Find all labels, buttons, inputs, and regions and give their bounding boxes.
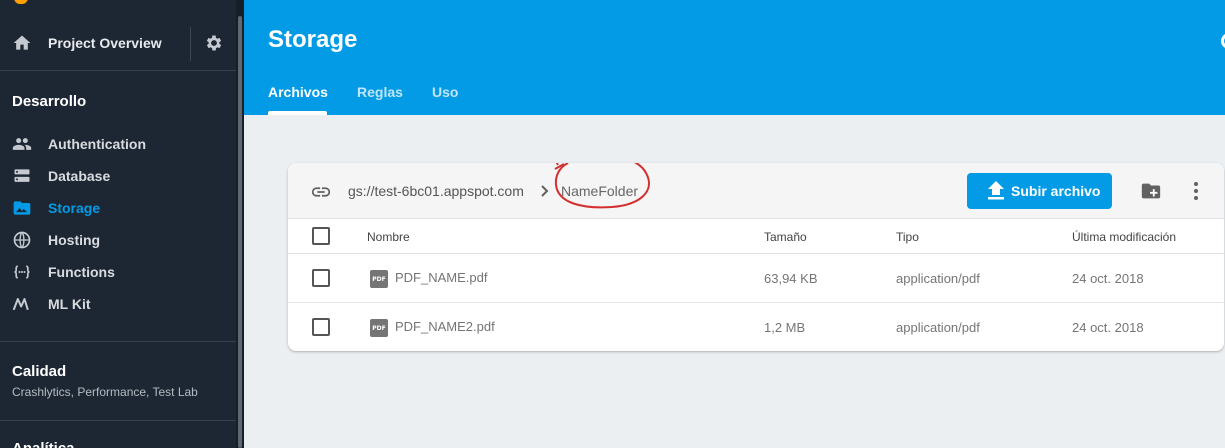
column-header-size[interactable]: Tamaño	[764, 230, 807, 244]
sidebar-item-label: Database	[48, 168, 111, 184]
table-header: Nombre Tamaño Tipo Última modificación	[288, 219, 1224, 254]
tab-archivos[interactable]: Archivos	[268, 84, 328, 100]
upload-file-label: Subir archivo	[1011, 183, 1101, 199]
table-row[interactable]: PDF PDF_NAME.pdf 63,94 KB application/pd…	[288, 254, 1224, 303]
sidebar-item-functions[interactable]: Functions	[0, 256, 236, 288]
file-size: 63,94 KB	[764, 271, 818, 286]
sidebar-item-ml-kit[interactable]: ML Kit	[0, 288, 236, 320]
sidebar-item-label: Storage	[48, 200, 101, 216]
home-icon	[13, 35, 31, 50]
file-size: 1,2 MB	[764, 320, 806, 335]
bucket-path[interactable]: gs://test-6bc01.appspot.com	[348, 183, 524, 199]
section-title-desarrollo: Desarrollo	[12, 93, 87, 110]
sidebar-divider	[0, 70, 236, 71]
pdf-file-icon: PDF	[370, 270, 388, 288]
file-type: application/pdf	[896, 271, 980, 286]
pdf-file-icon: PDF	[370, 319, 388, 337]
file-type: application/pdf	[896, 320, 980, 335]
firebase-logo-icon	[14, 0, 28, 4]
create-folder-icon[interactable]	[1140, 180, 1162, 202]
storage-header: Storage Archivos Reglas Uso	[244, 0, 1225, 115]
functions-icon	[14, 265, 30, 279]
link-icon[interactable]	[310, 181, 332, 203]
sidebar-item-label: Authentication	[48, 136, 146, 152]
project-overview-row[interactable]: Project Overview	[0, 24, 236, 62]
select-all-checkbox[interactable]	[312, 227, 330, 245]
sidebar: Project Overview Desarrollo Authenticati…	[0, 0, 244, 448]
files-card: gs://test-6bc01.appspot.com NameFolder S…	[288, 163, 1224, 351]
section-title-analitica[interactable]: Analítica	[12, 440, 75, 448]
column-header-name[interactable]: Nombre	[367, 230, 410, 244]
column-header-type[interactable]: Tipo	[896, 230, 919, 244]
sidebar-divider	[0, 341, 236, 342]
sidebar-scrollbar[interactable]	[238, 16, 242, 448]
sidebar-item-label: ML Kit	[48, 296, 91, 312]
file-name[interactable]: PDF_NAME2.pdf	[395, 319, 495, 334]
globe-icon	[13, 231, 31, 249]
file-modified: 24 oct. 2018	[1072, 320, 1144, 335]
tab-uso[interactable]: Uso	[432, 84, 458, 100]
sidebar-item-database[interactable]: Database	[0, 160, 236, 192]
sidebar-item-storage[interactable]: Storage	[0, 192, 236, 224]
file-modified: 24 oct. 2018	[1072, 271, 1144, 286]
row-checkbox[interactable]	[312, 269, 330, 287]
project-overview-separator	[190, 27, 191, 61]
upload-file-button[interactable]: Subir archivo	[967, 173, 1112, 209]
column-header-modified[interactable]: Última modificación	[1072, 230, 1176, 244]
files-toolbar: gs://test-6bc01.appspot.com NameFolder S…	[288, 163, 1224, 219]
project-overview-label: Project Overview	[48, 35, 162, 51]
upload-icon	[988, 181, 1004, 200]
chevron-right-icon	[541, 185, 549, 197]
tab-reglas[interactable]: Reglas	[357, 84, 403, 100]
file-name[interactable]: PDF_NAME.pdf	[395, 270, 487, 285]
sidebar-item-label: Hosting	[48, 232, 101, 248]
storage-folder-icon	[13, 201, 31, 215]
database-icon	[14, 169, 30, 182]
page-title: Storage	[268, 26, 358, 53]
red-circle-annotation	[554, 163, 650, 209]
sidebar-item-label: Functions	[48, 264, 115, 280]
active-tab-indicator	[268, 111, 327, 115]
sidebar-item-hosting[interactable]: Hosting	[0, 224, 236, 256]
people-icon	[12, 138, 32, 150]
sidebar-item-authentication[interactable]: Authentication	[0, 128, 236, 160]
table-row[interactable]: PDF PDF_NAME2.pdf 1,2 MB application/pdf…	[288, 303, 1224, 351]
help-circle-icon[interactable]	[1221, 33, 1225, 49]
sidebar-divider	[0, 420, 236, 421]
ml-kit-icon	[12, 298, 29, 311]
row-checkbox[interactable]	[312, 318, 330, 336]
gear-icon[interactable]	[204, 33, 224, 53]
calidad-subtitle: Crashlytics, Performance, Test Lab	[12, 385, 198, 399]
more-vert-icon[interactable]	[1186, 179, 1206, 203]
section-title-calidad[interactable]: Calidad	[12, 363, 66, 380]
